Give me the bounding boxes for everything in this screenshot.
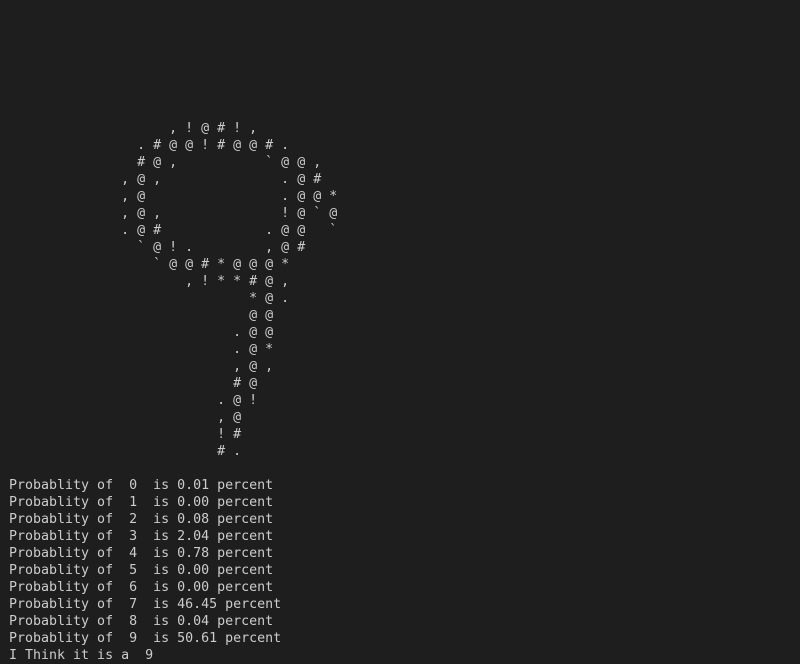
probability-line-4: Probablity of 4 is 0.78 percent [9,546,274,561]
probability-line-1: Probablity of 1 is 0.00 percent [9,495,274,510]
probability-line-6: Probablity of 6 is 0.00 percent [9,580,274,595]
probability-line-7: Probablity of 7 is 46.45 percent [9,597,282,612]
probability-line-3: Probablity of 3 is 2.04 percent [9,529,274,544]
probability-line-5: Probablity of 5 is 0.00 percent [9,563,274,578]
ascii-digit-art: , ! @ # ! , . # @ @ ! # @ @ # . # @ , ` … [121,121,338,459]
prediction-output: Probablity of 0 is 0.01 percent Probabli… [9,477,281,664]
probability-line-2: Probablity of 2 is 0.08 percent [9,512,274,527]
probability-line-0: Probablity of 0 is 0.01 percent [9,478,274,493]
terminal-window[interactable]: , ! @ # ! , . # @ @ ! # @ @ # . # @ , ` … [0,0,800,664]
probability-line-8: Probablity of 8 is 0.04 percent [9,614,274,629]
probability-line-9: Probablity of 9 is 50.61 percent [9,631,282,646]
final-prediction-line: I Think it is a 9 [9,648,154,663]
